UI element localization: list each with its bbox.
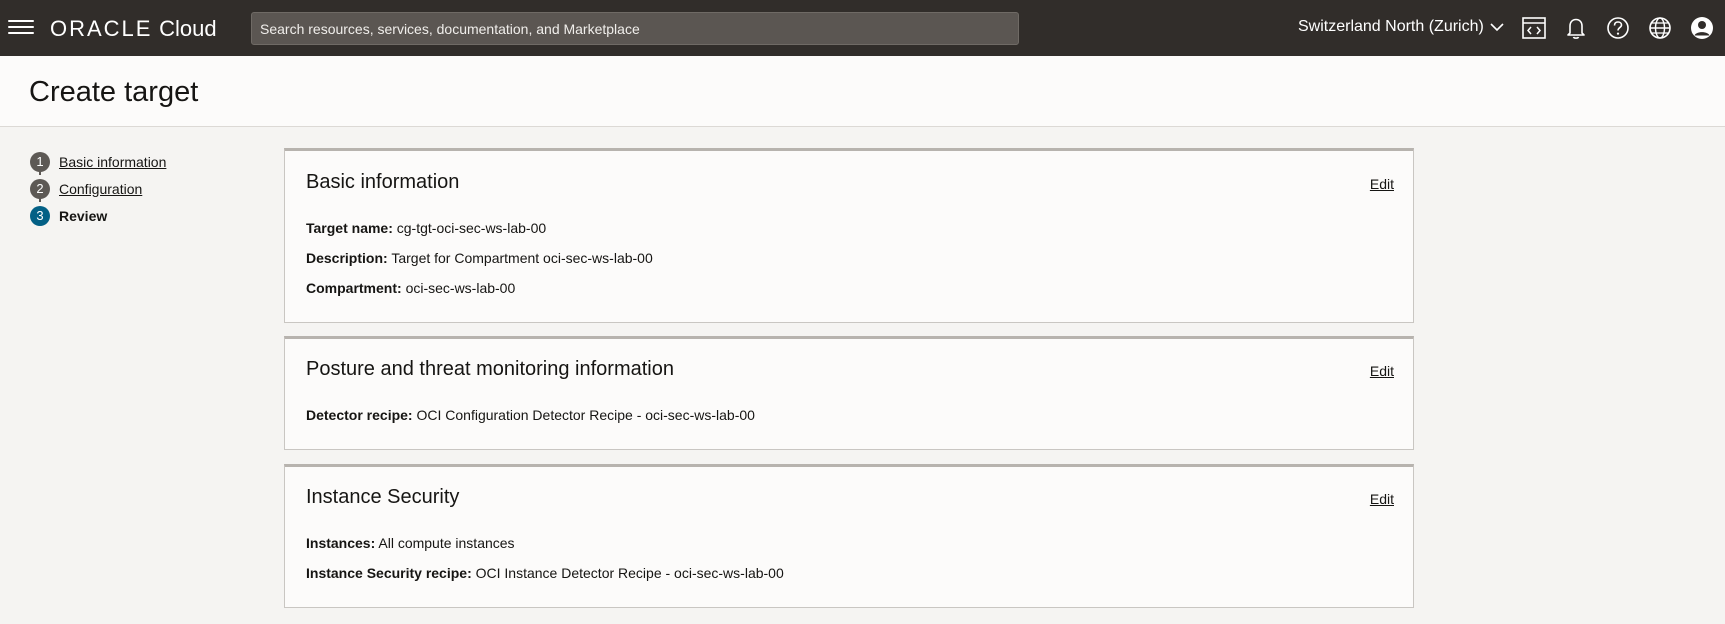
globe-icon[interactable] bbox=[1646, 14, 1674, 42]
step-number: 2 bbox=[30, 178, 50, 199]
chevron-down-icon bbox=[1490, 22, 1504, 31]
step-label-basic-information[interactable]: Basic information bbox=[59, 154, 166, 170]
step-basic-information[interactable]: 1 Basic information bbox=[30, 148, 166, 175]
oracle-cloud-logo[interactable]: ORACLE Cloud bbox=[50, 16, 217, 42]
step-number-current: 3 bbox=[30, 205, 50, 226]
region-selector[interactable]: Switzerland North (Zurich) bbox=[1298, 18, 1504, 36]
card-title-instance-security: Instance Security bbox=[306, 486, 460, 508]
field-label: Compartment: bbox=[306, 280, 402, 296]
edit-instance-security-link[interactable]: Edit bbox=[1370, 491, 1394, 507]
field-label: Target name: bbox=[306, 220, 393, 236]
cloud-shell-icon[interactable] bbox=[1520, 14, 1548, 42]
wizard-steps: 1 Basic information 2 Configuration 3 Re… bbox=[30, 148, 166, 229]
brand-cloud-text: Cloud bbox=[159, 16, 217, 41]
field-value: All compute instances bbox=[378, 535, 515, 551]
field-value: OCI Configuration Detector Recipe - oci-… bbox=[416, 407, 755, 423]
target-name-field: Target name: cg-tgt-oci-sec-ws-lab-00 bbox=[306, 220, 546, 236]
compartment-field: Compartment: oci-sec-ws-lab-00 bbox=[306, 280, 515, 296]
card-title-posture: Posture and threat monitoring informatio… bbox=[306, 358, 674, 380]
step-label-configuration[interactable]: Configuration bbox=[59, 181, 142, 197]
step-review: 3 Review bbox=[30, 202, 166, 229]
instance-security-card: Instance Security Edit Instances: All co… bbox=[284, 464, 1414, 608]
menu-icon[interactable] bbox=[8, 16, 34, 40]
brand-oracle-text: ORACLE bbox=[50, 16, 153, 41]
edit-posture-link[interactable]: Edit bbox=[1370, 363, 1394, 379]
page-title: Create target bbox=[29, 76, 199, 108]
field-label: Detector recipe: bbox=[306, 407, 413, 423]
search-input[interactable] bbox=[251, 12, 1019, 45]
basic-information-card: Basic information Edit Target name: cg-t… bbox=[284, 148, 1414, 323]
bell-icon[interactable] bbox=[1562, 14, 1590, 42]
region-label: Switzerland North (Zurich) bbox=[1298, 18, 1484, 35]
field-value: cg-tgt-oci-sec-ws-lab-00 bbox=[396, 220, 547, 236]
field-label: Instance Security recipe: bbox=[306, 565, 472, 581]
field-value: oci-sec-ws-lab-00 bbox=[405, 280, 516, 296]
field-value: OCI Instance Detector Recipe - oci-sec-w… bbox=[475, 565, 784, 581]
card-title-basic-information: Basic information bbox=[306, 171, 460, 193]
description-field: Description: Target for Compartment oci-… bbox=[306, 250, 653, 266]
instances-field: Instances: All compute instances bbox=[306, 535, 515, 551]
top-navigation-bar: ORACLE Cloud Switzerland North (Zurich) bbox=[0, 0, 1725, 56]
detector-recipe-field: Detector recipe: OCI Configuration Detec… bbox=[306, 407, 755, 423]
step-label-review: Review bbox=[59, 207, 108, 224]
instance-security-recipe-field: Instance Security recipe: OCI Instance D… bbox=[306, 565, 784, 581]
user-icon[interactable] bbox=[1688, 14, 1716, 42]
step-number: 1 bbox=[30, 151, 50, 172]
posture-monitoring-card: Posture and threat monitoring informatio… bbox=[284, 336, 1414, 450]
step-configuration[interactable]: 2 Configuration bbox=[30, 175, 166, 202]
edit-basic-information-link[interactable]: Edit bbox=[1370, 176, 1394, 192]
page-header: Create target bbox=[0, 56, 1725, 127]
field-value: Target for Compartment oci-sec-ws-lab-00 bbox=[391, 250, 653, 266]
help-icon[interactable] bbox=[1604, 14, 1632, 42]
field-label: Description: bbox=[306, 250, 388, 266]
field-label: Instances: bbox=[306, 535, 376, 551]
